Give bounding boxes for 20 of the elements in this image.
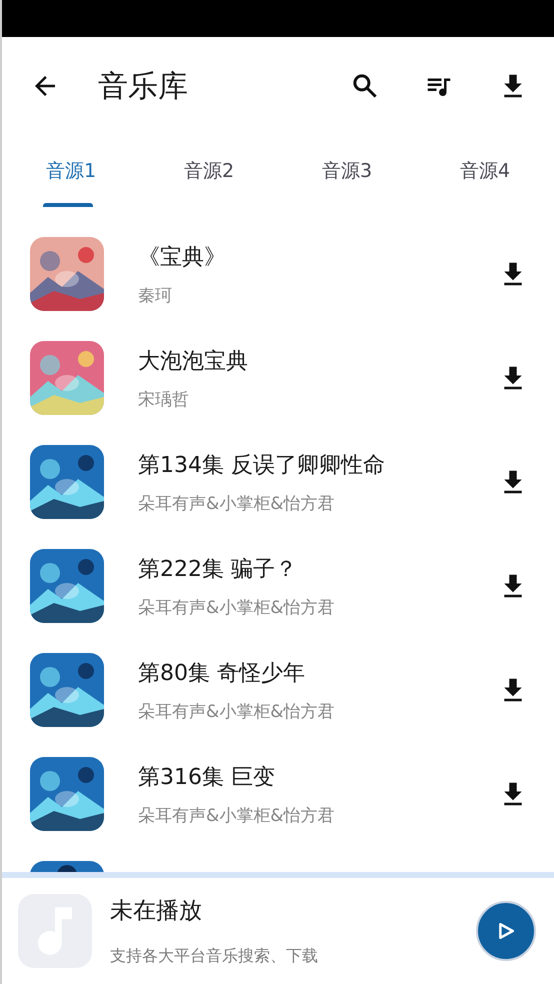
source-tab[interactable]: 音源2 xyxy=(140,135,278,207)
track-artist: 朵耳有声&小掌柜&怡方君 xyxy=(138,700,336,722)
track-artist: 朵耳有声&小掌柜&怡方君 xyxy=(138,804,336,826)
track-artist: 宋瑀哲 xyxy=(138,388,190,410)
track-artist: 朵耳有声&小掌柜&怡方君 xyxy=(138,596,336,618)
track-title: 第134集 反误了卿卿性命 xyxy=(138,452,386,480)
now-playing-subtitle: 支持各大平台音乐搜索、下载 xyxy=(110,946,319,967)
page-title: 音乐库 xyxy=(98,68,188,106)
play-icon xyxy=(497,922,515,940)
source-tab[interactable]: 音源1 xyxy=(2,135,140,207)
now-playing-title: 未在播放 xyxy=(110,897,203,926)
track-title: 大泡泡宝典 xyxy=(138,348,249,376)
track-title: 第316集 巨变 xyxy=(138,764,276,792)
track-artist: 秦珂 xyxy=(138,284,173,306)
source-tab[interactable]: 音源3 xyxy=(278,135,416,207)
track-title: 第222集 骗子？ xyxy=(138,556,298,584)
track-title: 第80集 奇怪少年 xyxy=(138,660,306,688)
track-title: 《宝典》 xyxy=(138,244,227,272)
track-artist: 朵耳有声&小掌柜&怡方君 xyxy=(138,492,336,514)
source-tab[interactable]: 音源4 xyxy=(416,135,554,207)
